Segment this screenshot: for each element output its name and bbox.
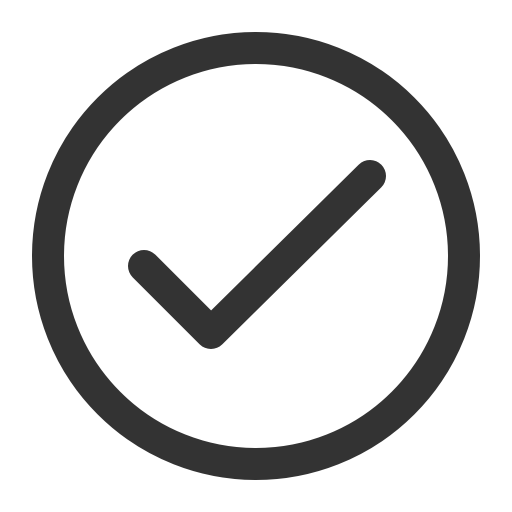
check-circle-icon xyxy=(0,0,512,512)
circle-outline xyxy=(32,32,480,480)
icon-canvas xyxy=(0,0,512,512)
checkmark-stroke xyxy=(128,160,386,349)
